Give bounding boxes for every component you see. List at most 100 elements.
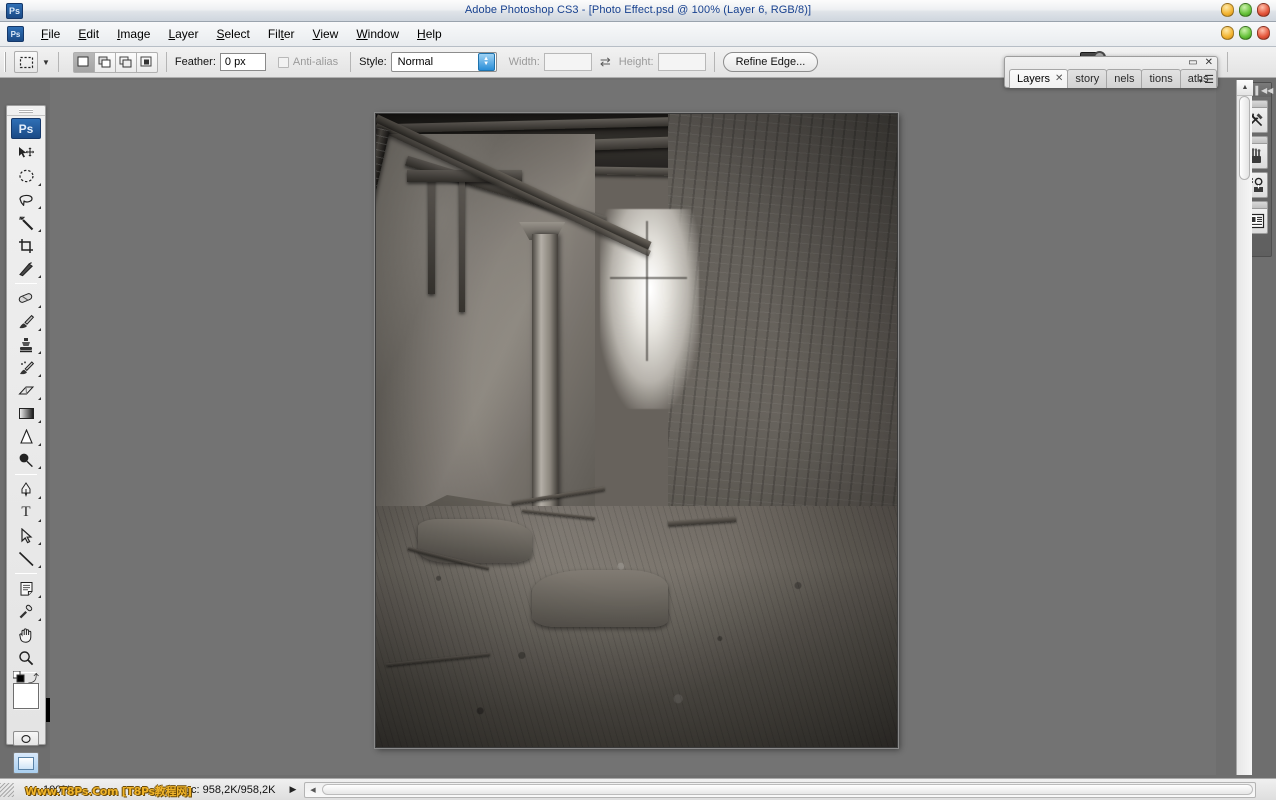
- eyedropper-tool[interactable]: [10, 600, 42, 623]
- document-icon[interactable]: Ps: [7, 26, 24, 42]
- scroll-up-arrow-icon[interactable]: ▲: [1237, 80, 1253, 96]
- toolbox-grip[interactable]: [7, 106, 45, 116]
- lasso-tool[interactable]: [10, 188, 42, 211]
- collapse-dock-icon[interactable]: ◀◀: [1261, 86, 1273, 95]
- eraser-tool[interactable]: [10, 379, 42, 402]
- photoshop-window: Ps Adobe Photoshop CS3 - [Photo Effect.p…: [0, 0, 1276, 800]
- options-bar-grip[interactable]: [2, 51, 10, 73]
- horizontal-scroll-thumb[interactable]: [322, 784, 1253, 795]
- tool-submenu-indicator: [38, 183, 41, 186]
- crop-tool[interactable]: [10, 234, 42, 257]
- status-expand-arrow[interactable]: ▶: [289, 784, 296, 795]
- close-button[interactable]: [1257, 3, 1270, 17]
- history-brush-tool[interactable]: [10, 356, 42, 379]
- type-tool[interactable]: T: [10, 501, 42, 524]
- clone-stamp-icon: [20, 337, 32, 352]
- menu-select[interactable]: Select: [207, 24, 258, 44]
- screen-mode-button[interactable]: [13, 752, 39, 774]
- tab-close-icon[interactable]: ✕: [1055, 70, 1063, 88]
- subtract-from-selection-button[interactable]: [114, 51, 137, 73]
- elliptical-marquee-tool[interactable]: [10, 165, 42, 188]
- foreground-color-swatch[interactable]: [13, 683, 39, 709]
- move-tool-icon: [19, 147, 34, 158]
- refine-edge-button[interactable]: Refine Edge...: [722, 52, 819, 72]
- subtract-from-selection-icon: [119, 56, 132, 68]
- menu-file[interactable]: File: [32, 24, 69, 44]
- tab-actions[interactable]: tions: [1141, 69, 1181, 88]
- tool-grid: T: [7, 142, 45, 676]
- menu-edit[interactable]: Edit: [69, 24, 108, 44]
- move-tool[interactable]: [10, 142, 42, 165]
- doc-maximize-button[interactable]: [1239, 26, 1252, 40]
- tab-layers[interactable]: Layers ✕: [1009, 69, 1069, 88]
- feather-input[interactable]: 0 px: [219, 53, 266, 71]
- slice-tool[interactable]: [10, 257, 42, 280]
- dodge-tool[interactable]: [10, 448, 42, 471]
- divider: [713, 52, 715, 72]
- screen-mode-icon: [18, 756, 34, 770]
- healing-brush-tool[interactable]: [10, 287, 42, 310]
- path-selection-tool[interactable]: [10, 524, 42, 547]
- intersect-with-selection-button[interactable]: [135, 51, 158, 73]
- style-spinner-icon[interactable]: ▲ ▼: [477, 53, 495, 71]
- status-bar: 100% Www.T8Ps.Com [T8Ps教程网] Doc: 958,2K/…: [0, 778, 1276, 800]
- magic-wand-tool[interactable]: [10, 211, 42, 234]
- doc-minimize-button[interactable]: [1221, 26, 1234, 40]
- zoom-level[interactable]: 100% Www.T8Ps.Com [T8Ps教程网]: [17, 784, 192, 798]
- line-tool[interactable]: [10, 547, 42, 570]
- anti-alias-checkbox[interactable]: [277, 56, 289, 68]
- tool-submenu-indicator: [38, 229, 41, 232]
- menu-layer[interactable]: Layer: [159, 24, 207, 44]
- tool-submenu-indicator: [38, 542, 41, 545]
- new-selection-icon: [77, 56, 89, 67]
- pen-tool[interactable]: [10, 478, 42, 501]
- minimize-button[interactable]: [1221, 3, 1234, 17]
- menu-window[interactable]: Window: [347, 24, 408, 44]
- canvas-horizontal-scrollbar[interactable]: ◀: [304, 781, 1256, 798]
- gradient-tool[interactable]: [10, 402, 42, 425]
- brush-tool[interactable]: [10, 310, 42, 333]
- panel-menu-icon[interactable]: ▾ ☰: [1199, 75, 1214, 86]
- tool-submenu-indicator: [38, 443, 41, 446]
- tab-history[interactable]: story: [1067, 69, 1108, 88]
- zoom-tool[interactable]: [10, 646, 42, 669]
- floating-panel-group[interactable]: ▭ ✕ Layers ✕ story nels tions aths ▾ ☰: [1004, 56, 1218, 88]
- blur-tool[interactable]: [10, 425, 42, 448]
- toolbox-divider: [15, 573, 37, 574]
- elliptical-marquee-icon: [18, 169, 34, 183]
- canvas-work-area[interactable]: [50, 80, 1216, 775]
- doc-close-button[interactable]: [1257, 26, 1270, 40]
- notes-tool[interactable]: [10, 577, 42, 600]
- vertical-scroll-thumb[interactable]: [1239, 96, 1250, 180]
- toolbox-divider: [15, 283, 37, 284]
- default-colors-icon[interactable]: [13, 671, 25, 683]
- scroll-left-arrow-icon[interactable]: ◀: [305, 786, 320, 794]
- tool-submenu-indicator: [38, 305, 41, 308]
- quick-mask-toggle[interactable]: [13, 731, 39, 746]
- canvas-vertical-scrollbar[interactable]: ▲: [1236, 80, 1253, 775]
- brush-icon: [19, 314, 34, 328]
- width-input[interactable]: [543, 53, 592, 71]
- menu-image[interactable]: Image: [108, 24, 159, 44]
- tab-channels[interactable]: nels: [1106, 69, 1143, 88]
- clone-stamp-tool[interactable]: [10, 333, 42, 356]
- style-select[interactable]: Normal ▲ ▼: [390, 52, 497, 72]
- tool-preset-caret-icon[interactable]: ▼: [42, 58, 50, 67]
- tool-submenu-indicator: [38, 397, 41, 400]
- menu-help[interactable]: Help: [408, 24, 451, 44]
- title-bar: Ps Adobe Photoshop CS3 - [Photo Effect.p…: [0, 0, 1276, 22]
- swap-dimensions-icon[interactable]: ⇄: [600, 54, 611, 70]
- document-window[interactable]: [375, 113, 898, 748]
- menu-view[interactable]: View: [304, 24, 348, 44]
- status-grip[interactable]: [0, 782, 14, 797]
- new-selection-button[interactable]: [72, 51, 95, 73]
- tool-preset-picker[interactable]: [14, 51, 38, 73]
- lasso-icon: [18, 194, 33, 206]
- height-input[interactable]: [657, 53, 706, 71]
- magic-wand-icon: [18, 215, 33, 230]
- type-tool-icon: T: [21, 504, 31, 520]
- add-to-selection-button[interactable]: [93, 51, 116, 73]
- maximize-button[interactable]: [1239, 3, 1252, 17]
- hand-tool[interactable]: [10, 623, 42, 646]
- menu-filter[interactable]: Filter: [259, 24, 304, 44]
